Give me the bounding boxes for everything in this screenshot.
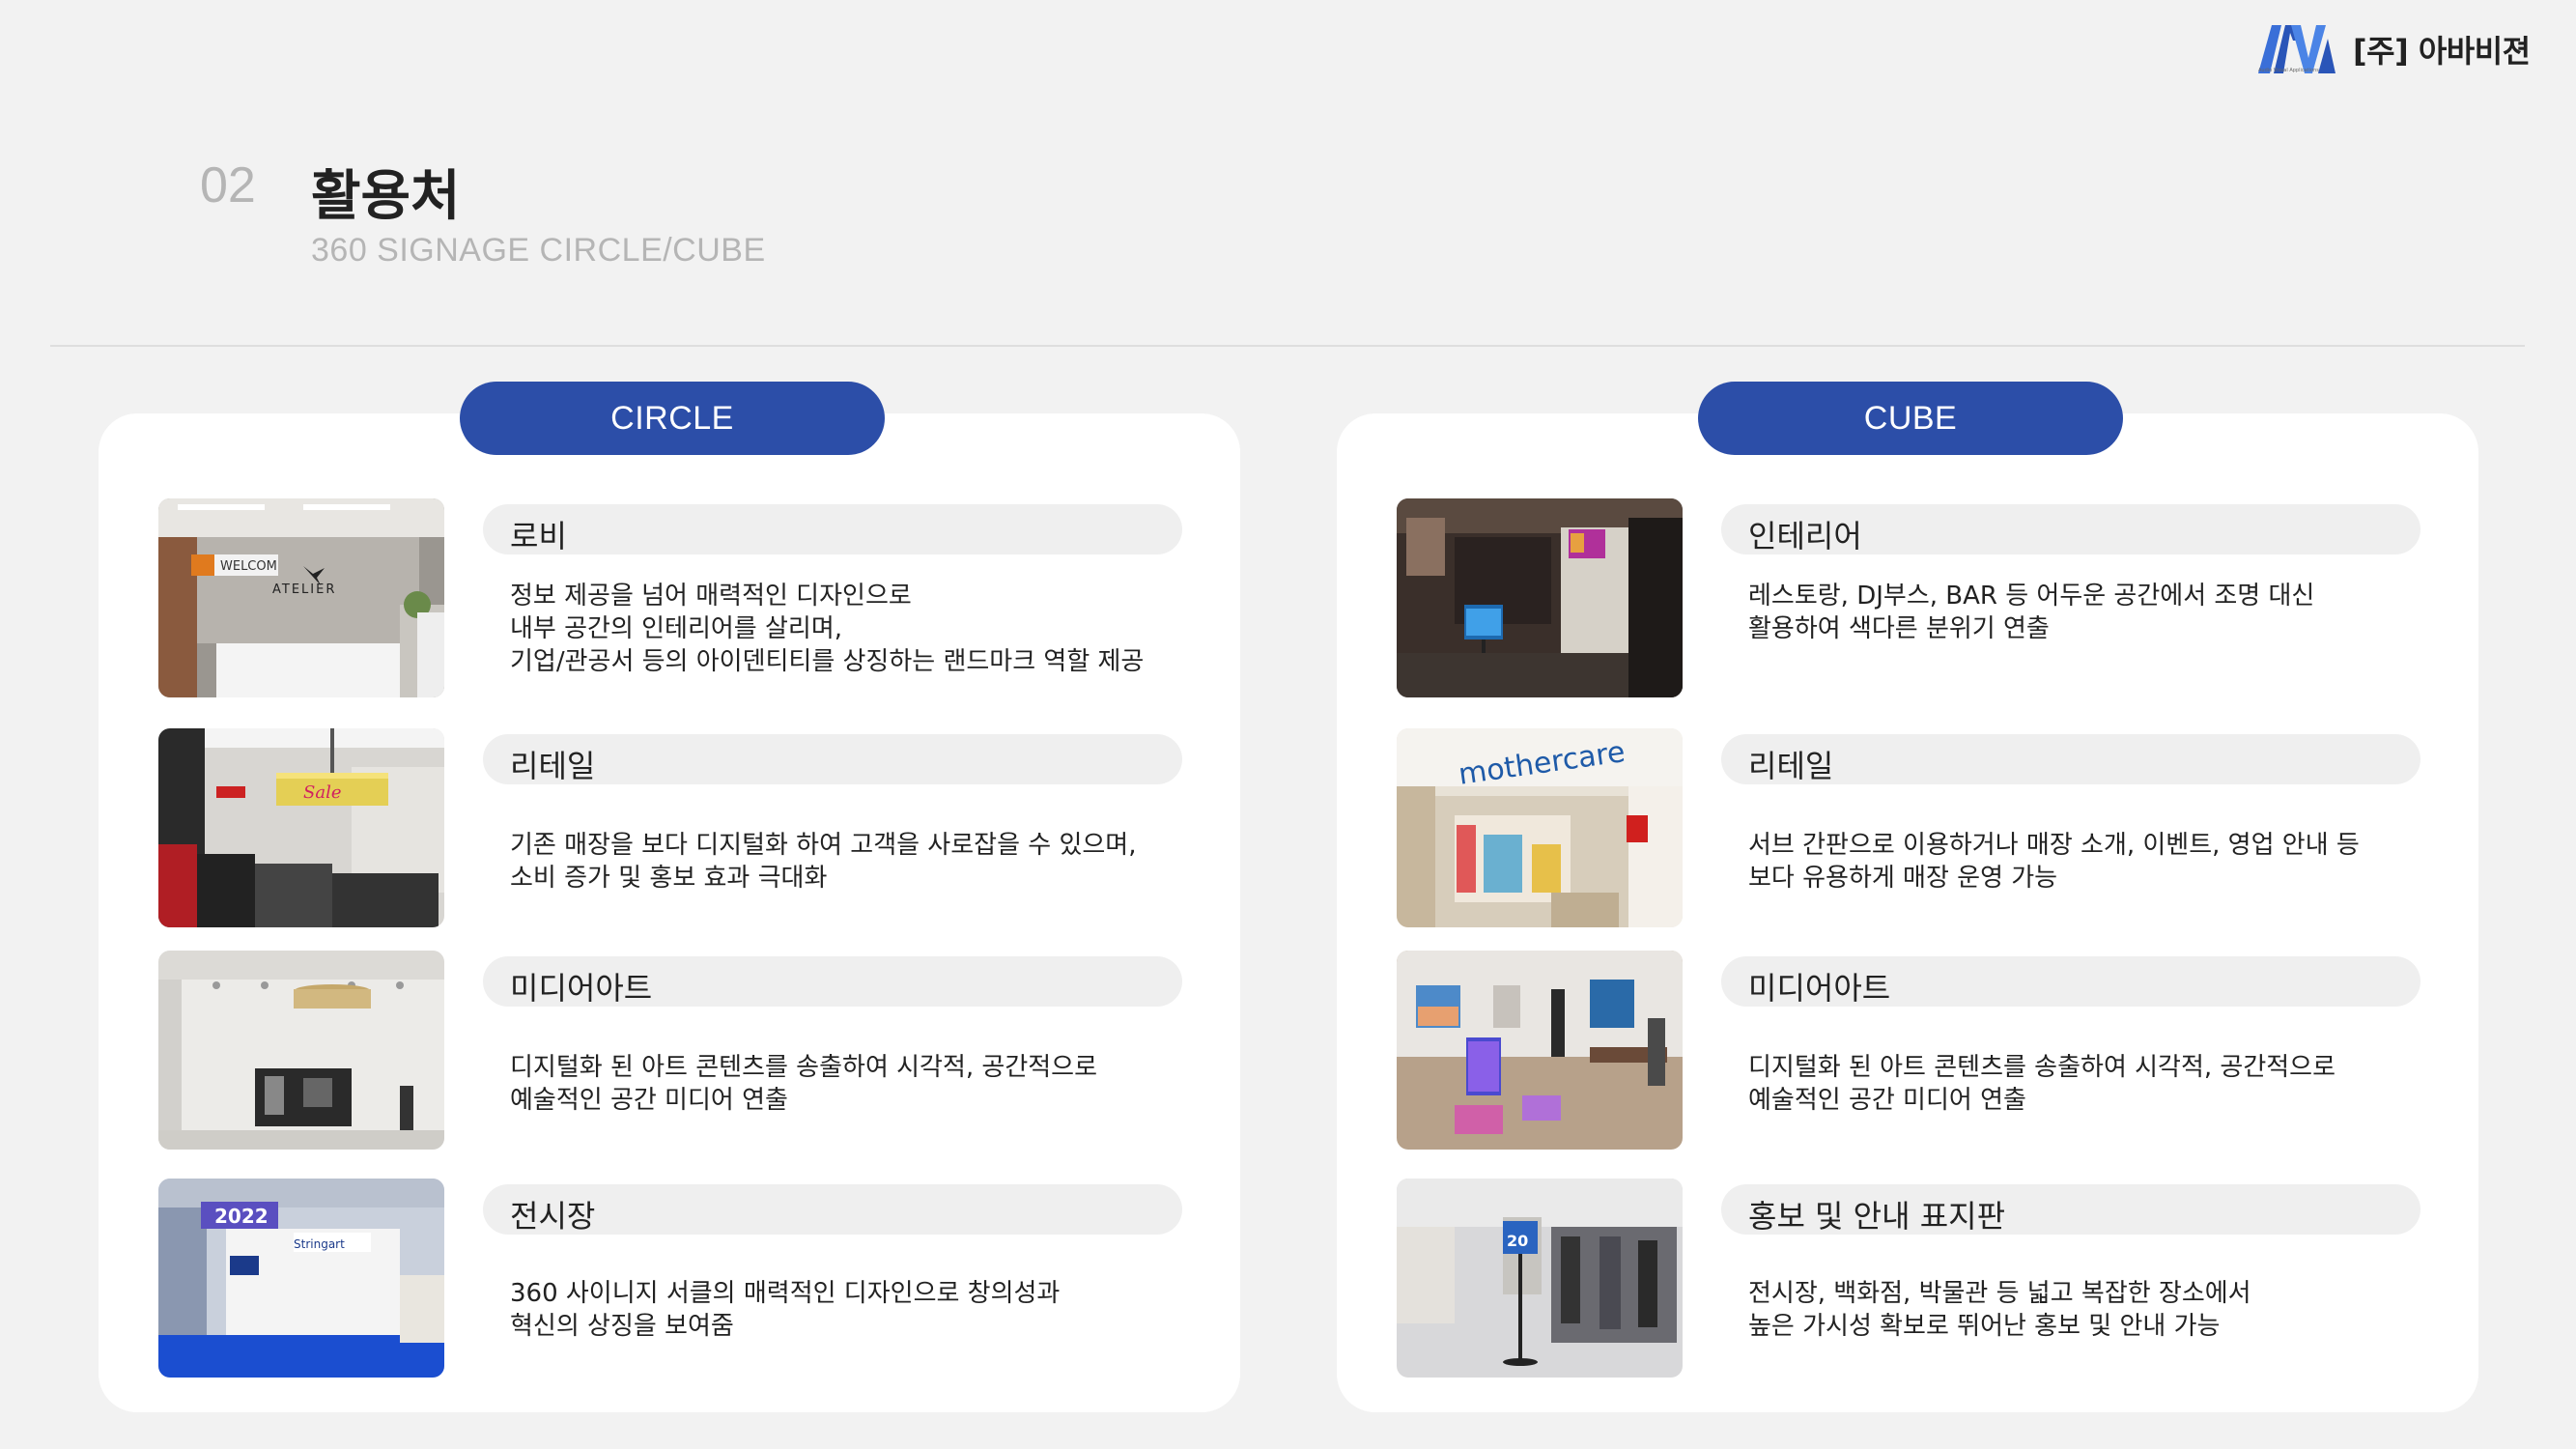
interior-photo <box>1397 498 1683 697</box>
circle-panel: CIRCLE WELCOM ATELIER 로비 정보 제공을 넘어 매력적인 … <box>99 382 1240 1412</box>
logo-tagline: Audio Visual Applications <box>2258 68 2319 73</box>
welcome-sign-text: WELCOM <box>220 559 277 574</box>
exhibition-title: 전시장 <box>510 1198 596 1235</box>
cube-retail-label: 리테일 <box>1721 734 2420 784</box>
desc-line: 전시장, 백화점, 박물관 등 넓고 복잡한 장소에서 <box>1748 1279 2251 1308</box>
media-art-photo <box>158 951 444 1150</box>
desc-line: 내부 공간의 인테리어를 살리며, <box>510 614 843 643</box>
circle-label-pill: CIRCLE <box>460 382 885 455</box>
guide-sign-text: 20 <box>1507 1232 1528 1250</box>
sale-sign-text: Sale <box>303 782 341 803</box>
booth-brand-text: Stringart <box>294 1237 345 1251</box>
cube-media-art-label: 미디어아트 <box>1721 956 2420 1007</box>
section-number: 02 <box>200 157 256 213</box>
desc-line: 예술적인 공간 미디어 연출 <box>1748 1086 2026 1115</box>
desc-line: 레스토랑, DJ부스, BAR 등 어두운 공간에서 조명 대신 <box>1748 582 2315 611</box>
cube-media-art-title: 미디어아트 <box>1748 970 1891 1007</box>
retail-title: 리테일 <box>510 748 596 784</box>
header-divider <box>50 345 2525 347</box>
ava-logo-mark: Audio Visual Applications <box>2258 25 2335 73</box>
interior-label: 인테리어 <box>1721 504 2420 554</box>
desc-line: 활용하여 색다른 분위기 연출 <box>1748 614 2050 643</box>
company-name: [주] 아바비젼 <box>2353 33 2531 70</box>
guide-signage-label: 홍보 및 안내 표지판 <box>1721 1184 2420 1235</box>
interior-title: 인테리어 <box>1748 518 1862 554</box>
lobby-photo: WELCOM ATELIER <box>158 498 444 697</box>
desc-line: 예술적인 공간 미디어 연출 <box>510 1086 788 1115</box>
cube-retail-description: 서브 간판으로 이용하거나 매장 소개, 이벤트, 영업 안내 등 보다 유용하… <box>1748 829 2424 895</box>
page-subtitle: 360 SIGNAGE CIRCLE/CUBE <box>311 232 766 269</box>
desc-line: 정보 제공을 넘어 매력적인 디자인으로 <box>510 582 912 611</box>
cube-media-art-photo <box>1397 951 1683 1150</box>
year-sign-text: 2022 <box>214 1205 269 1228</box>
media-art-title: 미디어아트 <box>510 970 653 1007</box>
media-art-description: 디지털화 된 아트 콘텐츠를 송출하여 시각적, 공간적으로 예술적인 공간 미… <box>510 1051 1186 1117</box>
exhibition-label: 전시장 <box>483 1184 1182 1235</box>
page-title: 활용처 <box>311 165 461 228</box>
desc-line: 소비 증가 및 홍보 효과 극대화 <box>510 864 828 893</box>
desc-line: 360 사이니지 서클의 매력적인 디자인으로 창의성과 <box>510 1279 1061 1308</box>
desc-line: 기존 매장을 보다 디지털화 하여 고객을 사로잡을 수 있으며, <box>510 831 1137 860</box>
cube-label-pill: CUBE <box>1698 382 2123 455</box>
desc-line: 혁신의 상징을 보여줌 <box>510 1312 734 1341</box>
desc-line: 디지털화 된 아트 콘텐츠를 송출하여 시각적, 공간적으로 <box>510 1053 1098 1082</box>
guide-signage-title: 홍보 및 안내 표지판 <box>1748 1198 2006 1235</box>
interior-description: 레스토랑, DJ부스, BAR 등 어두운 공간에서 조명 대신 활용하여 색다… <box>1748 580 2424 645</box>
desc-line: 보다 유용하게 매장 운영 가능 <box>1748 864 2058 893</box>
retail-label: 리테일 <box>483 734 1182 784</box>
company-logo: Audio Visual Applications [주] 아바비젼 <box>2258 25 2531 73</box>
lobby-title: 로비 <box>510 518 567 554</box>
atelier-brand-text: ATELIER <box>272 582 336 597</box>
exhibition-photo: 2022 Stringart <box>158 1179 444 1378</box>
exhibition-description: 360 사이니지 서클의 매력적인 디자인으로 창의성과 혁신의 상징을 보여줌 <box>510 1277 1186 1343</box>
retail-photo: Sale <box>158 728 444 927</box>
retail-description: 기존 매장을 보다 디지털화 하여 고객을 사로잡을 수 있으며, 소비 증가 … <box>510 829 1186 895</box>
lobby-description: 정보 제공을 넘어 매력적인 디자인으로 내부 공간의 인테리어를 살리며, 기… <box>510 580 1186 678</box>
cube-retail-title: 리테일 <box>1748 748 1834 784</box>
desc-line: 서브 간판으로 이용하거나 매장 소개, 이벤트, 영업 안내 등 <box>1748 831 2360 860</box>
lobby-label: 로비 <box>483 504 1182 554</box>
desc-line: 높은 가시성 확보로 뛰어난 홍보 및 안내 가능 <box>1748 1312 2221 1341</box>
media-art-label: 미디어아트 <box>483 956 1182 1007</box>
cube-retail-photo: mothercare <box>1397 728 1683 927</box>
cube-panel: CUBE 인테리어 레스토랑, DJ부스, BAR 등 어두운 공간에서 조명 … <box>1337 382 2478 1412</box>
desc-line: 디지털화 된 아트 콘텐츠를 송출하여 시각적, 공간적으로 <box>1748 1053 2336 1082</box>
guide-signage-description: 전시장, 백화점, 박물관 등 넓고 복잡한 장소에서 높은 가시성 확보로 뛰… <box>1748 1277 2424 1343</box>
desc-line: 기업/관공서 등의 아이덴티티를 상징하는 랜드마크 역할 제공 <box>510 647 1145 676</box>
cube-media-art-description: 디지털화 된 아트 콘텐츠를 송출하여 시각적, 공간적으로 예술적인 공간 미… <box>1748 1051 2424 1117</box>
guide-signage-photo: 20 <box>1397 1179 1683 1378</box>
